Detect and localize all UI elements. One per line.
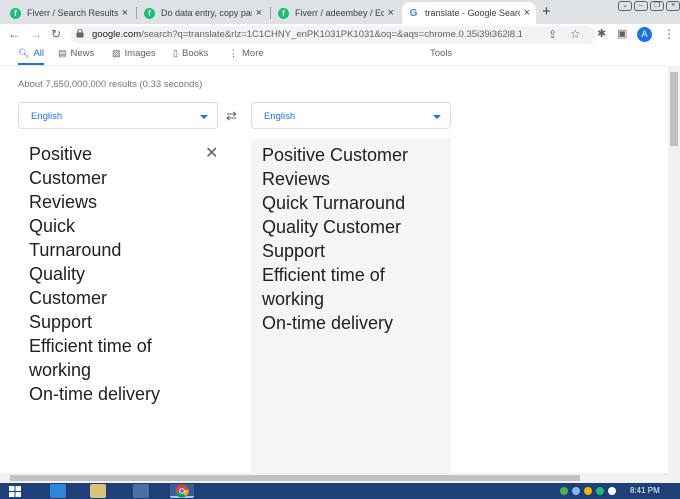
windows-start-icon[interactable] [9, 486, 21, 497]
image-icon: ▨ [112, 48, 121, 58]
search-icon: 🔍︎ [18, 48, 30, 58]
nav-label: Books [181, 48, 209, 59]
url-text[interactable]: google.com/search?q=translate&rlz=1C1CHN… [92, 29, 522, 40]
chrome-taskbar-button[interactable] [170, 484, 194, 498]
tab-separator [136, 7, 137, 19]
source-text[interactable]: Positive Customer Reviews Quick Turnarou… [29, 142, 199, 406]
news-icon: ▤ [58, 48, 67, 58]
close-icon[interactable]: × [388, 7, 394, 19]
tab-title: Fiverr / adeembey / Edit [295, 8, 384, 18]
reload-icon[interactable]: ↻ [51, 27, 61, 41]
search-nav: 🔍︎ All ▤ News ▨ Images ▯ Books ⋮ More To… [0, 46, 668, 66]
close-window-icon[interactable]: × [666, 1, 680, 11]
tab-data-entry[interactable]: f Do data entry, copy paste × [138, 2, 268, 24]
nav-more[interactable]: ⋮ More [229, 48, 264, 59]
chevron-down-icon[interactable]: ⌄ [618, 1, 632, 11]
app-icon[interactable] [133, 484, 149, 498]
minimize-icon[interactable]: – [634, 1, 648, 11]
dropdown-arrow-icon [200, 115, 208, 119]
nav-label: All [33, 48, 44, 59]
nav-label: News [70, 48, 95, 59]
extensions-icon[interactable]: ✱ [597, 27, 606, 40]
nav-label: Images [124, 48, 156, 59]
browser-toolbar: ← → ↻ google.com/search?q=translate&rlz=… [0, 24, 680, 46]
nav-label: More [242, 48, 264, 59]
back-icon[interactable]: ← [8, 27, 20, 41]
tab-fiverr-edit[interactable]: f Fiverr / adeembey / Edit × [272, 2, 400, 24]
url-host: google.com [92, 29, 142, 40]
fiverr-icon: f [144, 7, 155, 19]
vertical-scroll-thumb[interactable] [670, 72, 678, 146]
clear-text-icon[interactable]: ✕ [205, 143, 218, 163]
more-vert-icon: ⋮ [229, 48, 238, 58]
tab-separator [270, 7, 271, 19]
menu-icon[interactable]: ⋮ [663, 27, 675, 41]
dropdown-arrow-icon [433, 115, 441, 119]
source-language-label: English [31, 111, 63, 122]
address-bar[interactable]: google.com/search?q=translate&rlz=1C1CHN… [70, 26, 596, 44]
url-path: /search?q=translate&rlz=1C1CHNY_enPK1031… [141, 29, 522, 40]
close-icon[interactable]: × [524, 7, 530, 19]
tab-title: Fiverr / Search Results for [27, 8, 118, 18]
close-icon[interactable]: × [122, 7, 128, 19]
bookmark-star-icon[interactable]: ☆ [570, 27, 581, 41]
side-panel-icon[interactable]: ▣ [617, 27, 627, 40]
new-tab-button[interactable]: + [542, 3, 551, 20]
tray-icon[interactable] [572, 487, 580, 495]
target-language-label: English [264, 111, 296, 122]
source-language-select[interactable]: English [18, 102, 218, 129]
fiverr-icon: f [278, 7, 289, 19]
tab-strip: f Fiverr / Search Results for × f Do dat… [0, 0, 680, 24]
tab-fiverr-search[interactable]: f Fiverr / Search Results for × [4, 2, 134, 24]
tools-button[interactable]: Tools [430, 48, 452, 59]
chrome-icon [175, 484, 189, 498]
target-language-select[interactable]: English [251, 102, 451, 129]
tray-icon[interactable] [560, 487, 568, 495]
file-explorer-icon[interactable] [90, 484, 106, 498]
share-icon[interactable]: ⇪ [548, 28, 557, 41]
tab-google-translate[interactable]: G translate - Google Search × [402, 2, 536, 24]
tray-icon[interactable] [596, 487, 604, 495]
tray-icon[interactable] [584, 487, 592, 495]
lock-icon[interactable] [76, 29, 84, 38]
taskbar-clock[interactable]: 8:41 PM [630, 486, 660, 495]
google-icon: G [409, 7, 418, 19]
fiverr-icon: f [10, 7, 21, 19]
forward-icon[interactable]: → [30, 27, 42, 41]
internet-explorer-icon[interactable] [50, 484, 66, 498]
nav-all[interactable]: 🔍︎ All [18, 48, 44, 59]
windows-taskbar: 8:41 PM [0, 483, 680, 499]
horizontal-scroll-thumb[interactable] [10, 475, 580, 481]
restore-icon[interactable]: ❐ [650, 1, 664, 11]
nav-books[interactable]: ▯ Books [173, 48, 208, 59]
translation-text: Positive Customer Reviews Quick Turnarou… [262, 145, 409, 333]
avatar[interactable]: A [637, 27, 652, 42]
nav-images[interactable]: ▨ Images [112, 48, 156, 59]
swap-languages-icon[interactable]: ⇄ [226, 108, 237, 124]
nav-news[interactable]: ▤ News [58, 48, 94, 59]
volume-icon[interactable] [608, 487, 616, 495]
tab-title: Do data entry, copy paste [161, 8, 252, 18]
book-icon: ▯ [173, 48, 178, 58]
tab-title: translate - Google Search [425, 8, 520, 18]
close-icon[interactable]: × [256, 7, 262, 19]
active-tab-indicator [18, 63, 44, 65]
result-stats: About 7,650,000,000 results (0.33 second… [18, 79, 203, 90]
tools-label: Tools [430, 48, 453, 59]
